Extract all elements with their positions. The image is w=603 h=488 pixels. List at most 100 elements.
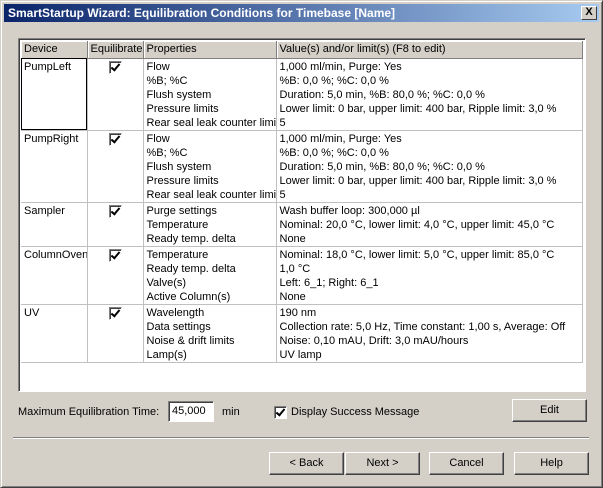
property-label: Ready temp. delta [146,262,236,275]
properties-cell[interactable]: Flow %B; %C Flush system Pressure limits Rea… [143,58,277,131]
property-label: Valve(s) [146,276,187,289]
edit-button[interactable]: Edit [512,399,587,422]
table-row[interactable]: Sampler Purge settings Temperature Ready te… [21,202,583,247]
property-label: Lamp(s) [146,348,187,361]
values-cell[interactable]: 190 nm Collection rate: 5,0 Hz, Time cons… [276,304,583,363]
equilibrate-checkbox[interactable] [109,132,122,146]
window-title: SmartStartup Wizard: Equilibration Condi… [8,6,396,20]
device-cell[interactable]: PumpLeft [21,58,88,131]
back-button-label: < Back [289,457,324,469]
max-equilibration-input[interactable]: 45,000 [168,401,214,422]
max-equilibration-label: Maximum Equilibration Time: [18,406,160,418]
property-label: %B; %C [146,146,188,159]
property-label: Flow [146,132,170,145]
title-bar: SmartStartup Wizard: Equilibration Condi… [4,4,599,22]
column-header-properties[interactable]: Properties [143,41,277,59]
value-text: Wash buffer loop: 300,000 µl [279,204,420,217]
table-row[interactable]: UV Wavelength Data settings Noise & drift l… [21,304,583,363]
property-label: Flush system [146,88,212,101]
wizard-window: SmartStartup Wizard: Equilibration Condi… [0,0,603,488]
close-button[interactable]: X [581,6,597,20]
property-label: Flow [146,60,170,73]
device-cell[interactable]: ColumnOven [21,246,88,305]
property-label: Data settings [146,320,211,333]
value-text: None [279,232,306,245]
property-label: %B; %C [146,74,188,87]
value-text: Nominal: 18,0 °C, lower limit: 5,0 °C, u… [279,248,555,261]
separator [13,437,589,439]
device-cell[interactable]: Sampler [21,202,88,247]
column-header-values[interactable]: Value(s) and/or limit(s) (F8 to edit) [276,41,583,59]
value-text: %B: 0,0 %; %C: 0,0 % [279,74,389,87]
value-text: Noise: 0,10 mAU, Drift: 3,0 mAU/hours [279,334,469,347]
grid-header-row: Device Equilibrate Properties Value(s) a… [21,41,583,59]
cancel-button-label: Cancel [449,457,484,469]
properties-cell[interactable]: Flow %B; %C Flush system Pressure limits Rea… [143,130,277,203]
value-text: Duration: 5,0 min, %B: 80,0 %; %C: 0,0 % [279,88,485,101]
column-header-device[interactable]: Device [21,41,88,59]
equilibration-grid[interactable]: Device Equilibrate Properties Value(s) a… [18,38,586,392]
grid-table: Device Equilibrate Properties Value(s) a… [21,41,583,363]
back-button[interactable]: < Back [269,452,344,475]
display-success-label[interactable]: Display Success Message [291,406,419,418]
properties-cell[interactable]: Wavelength Data settings Noise & drift lim… [143,304,277,363]
max-equilibration-unit: min [222,406,240,418]
value-text: 190 nm [279,306,317,319]
value-text: Left: 6_1; Right: 6_1 [279,276,379,289]
equilibrate-checkbox[interactable] [109,60,122,74]
value-text: 1,0 °C [279,262,311,275]
property-label: Flush system [146,160,212,173]
property-label: Pressure limits [146,102,219,115]
next-button-label: Next > [366,457,399,469]
property-label: Temperature [146,218,209,231]
table-row[interactable]: PumpRight Flow %B; %C Flush system Pressure … [21,130,583,203]
value-text: 5 [279,188,286,201]
value-text: 1,000 ml/min, Purge: Yes [279,60,402,73]
values-cell[interactable]: Wash buffer loop: 300,000 µl Nominal: 20,… [276,202,583,247]
equilibrate-checkbox[interactable] [109,248,122,262]
value-text: Lower limit: 0 bar, upper limit: 400 bar… [279,102,557,115]
property-label: Active Column(s) [146,290,231,303]
equilibrate-cell [87,58,144,131]
value-text: Collection rate: 5,0 Hz, Time constant: … [279,320,566,333]
equilibrate-checkbox[interactable] [109,204,122,218]
next-button[interactable]: Next > [345,452,420,475]
properties-cell[interactable]: Temperature Ready temp. delta Valve(s) Acti… [143,246,277,305]
options-row: Maximum Equilibration Time: 45,000 min D… [18,401,588,425]
values-cell[interactable]: 1,000 ml/min, Purge: Yes %B: 0,0 %; %C: 0… [276,58,583,131]
edit-button-label: Edit [540,404,559,416]
equilibrate-cell [87,246,144,305]
value-text: Lower limit: 0 bar, upper limit: 400 bar… [279,174,557,187]
value-text: Nominal: 20,0 °C, lower limit: 4,0 °C, u… [279,218,555,231]
help-button[interactable]: Help [514,452,589,475]
help-button-label: Help [540,457,563,469]
values-cell[interactable]: 1,000 ml/min, Purge: Yes %B: 0,0 %; %C: 0… [276,130,583,203]
equilibrate-checkbox[interactable] [109,306,122,320]
property-label: Noise & drift limits [146,334,235,347]
property-label: Wavelength [146,306,205,319]
values-cell[interactable]: Nominal: 18,0 °C, lower limit: 5,0 °C, u… [276,246,583,305]
equilibrate-cell [87,304,144,363]
value-text: UV lamp [279,348,322,361]
display-success-checkbox[interactable] [274,406,287,419]
close-icon: X [585,6,593,18]
value-text: %B: 0,0 %; %C: 0,0 % [279,146,389,159]
table-row[interactable]: PumpLeft Flow %B; %C Flush system Pressure l… [21,58,583,131]
value-text: 5 [279,116,286,129]
column-header-equilibrate[interactable]: Equilibrate [87,41,144,59]
property-label: Rear seal leak counter limit [146,188,276,201]
equilibrate-cell [87,130,144,203]
property-label: Rear seal leak counter limit [146,116,276,129]
value-text: None [279,290,306,303]
property-label: Purge settings [146,204,217,217]
properties-cell[interactable]: Purge settings Temperature Ready temp. del… [143,202,277,247]
device-cell[interactable]: PumpRight [21,130,88,203]
value-text: 1,000 ml/min, Purge: Yes [279,132,402,145]
table-row[interactable]: ColumnOven Temperature Ready temp. delta Va… [21,246,583,305]
cancel-button[interactable]: Cancel [429,452,504,475]
value-text: Duration: 5,0 min, %B: 80,0 %; %C: 0,0 % [279,160,485,173]
property-label: Ready temp. delta [146,232,236,245]
property-label: Temperature [146,248,209,261]
equilibrate-cell [87,202,144,247]
device-cell[interactable]: UV [21,304,88,363]
